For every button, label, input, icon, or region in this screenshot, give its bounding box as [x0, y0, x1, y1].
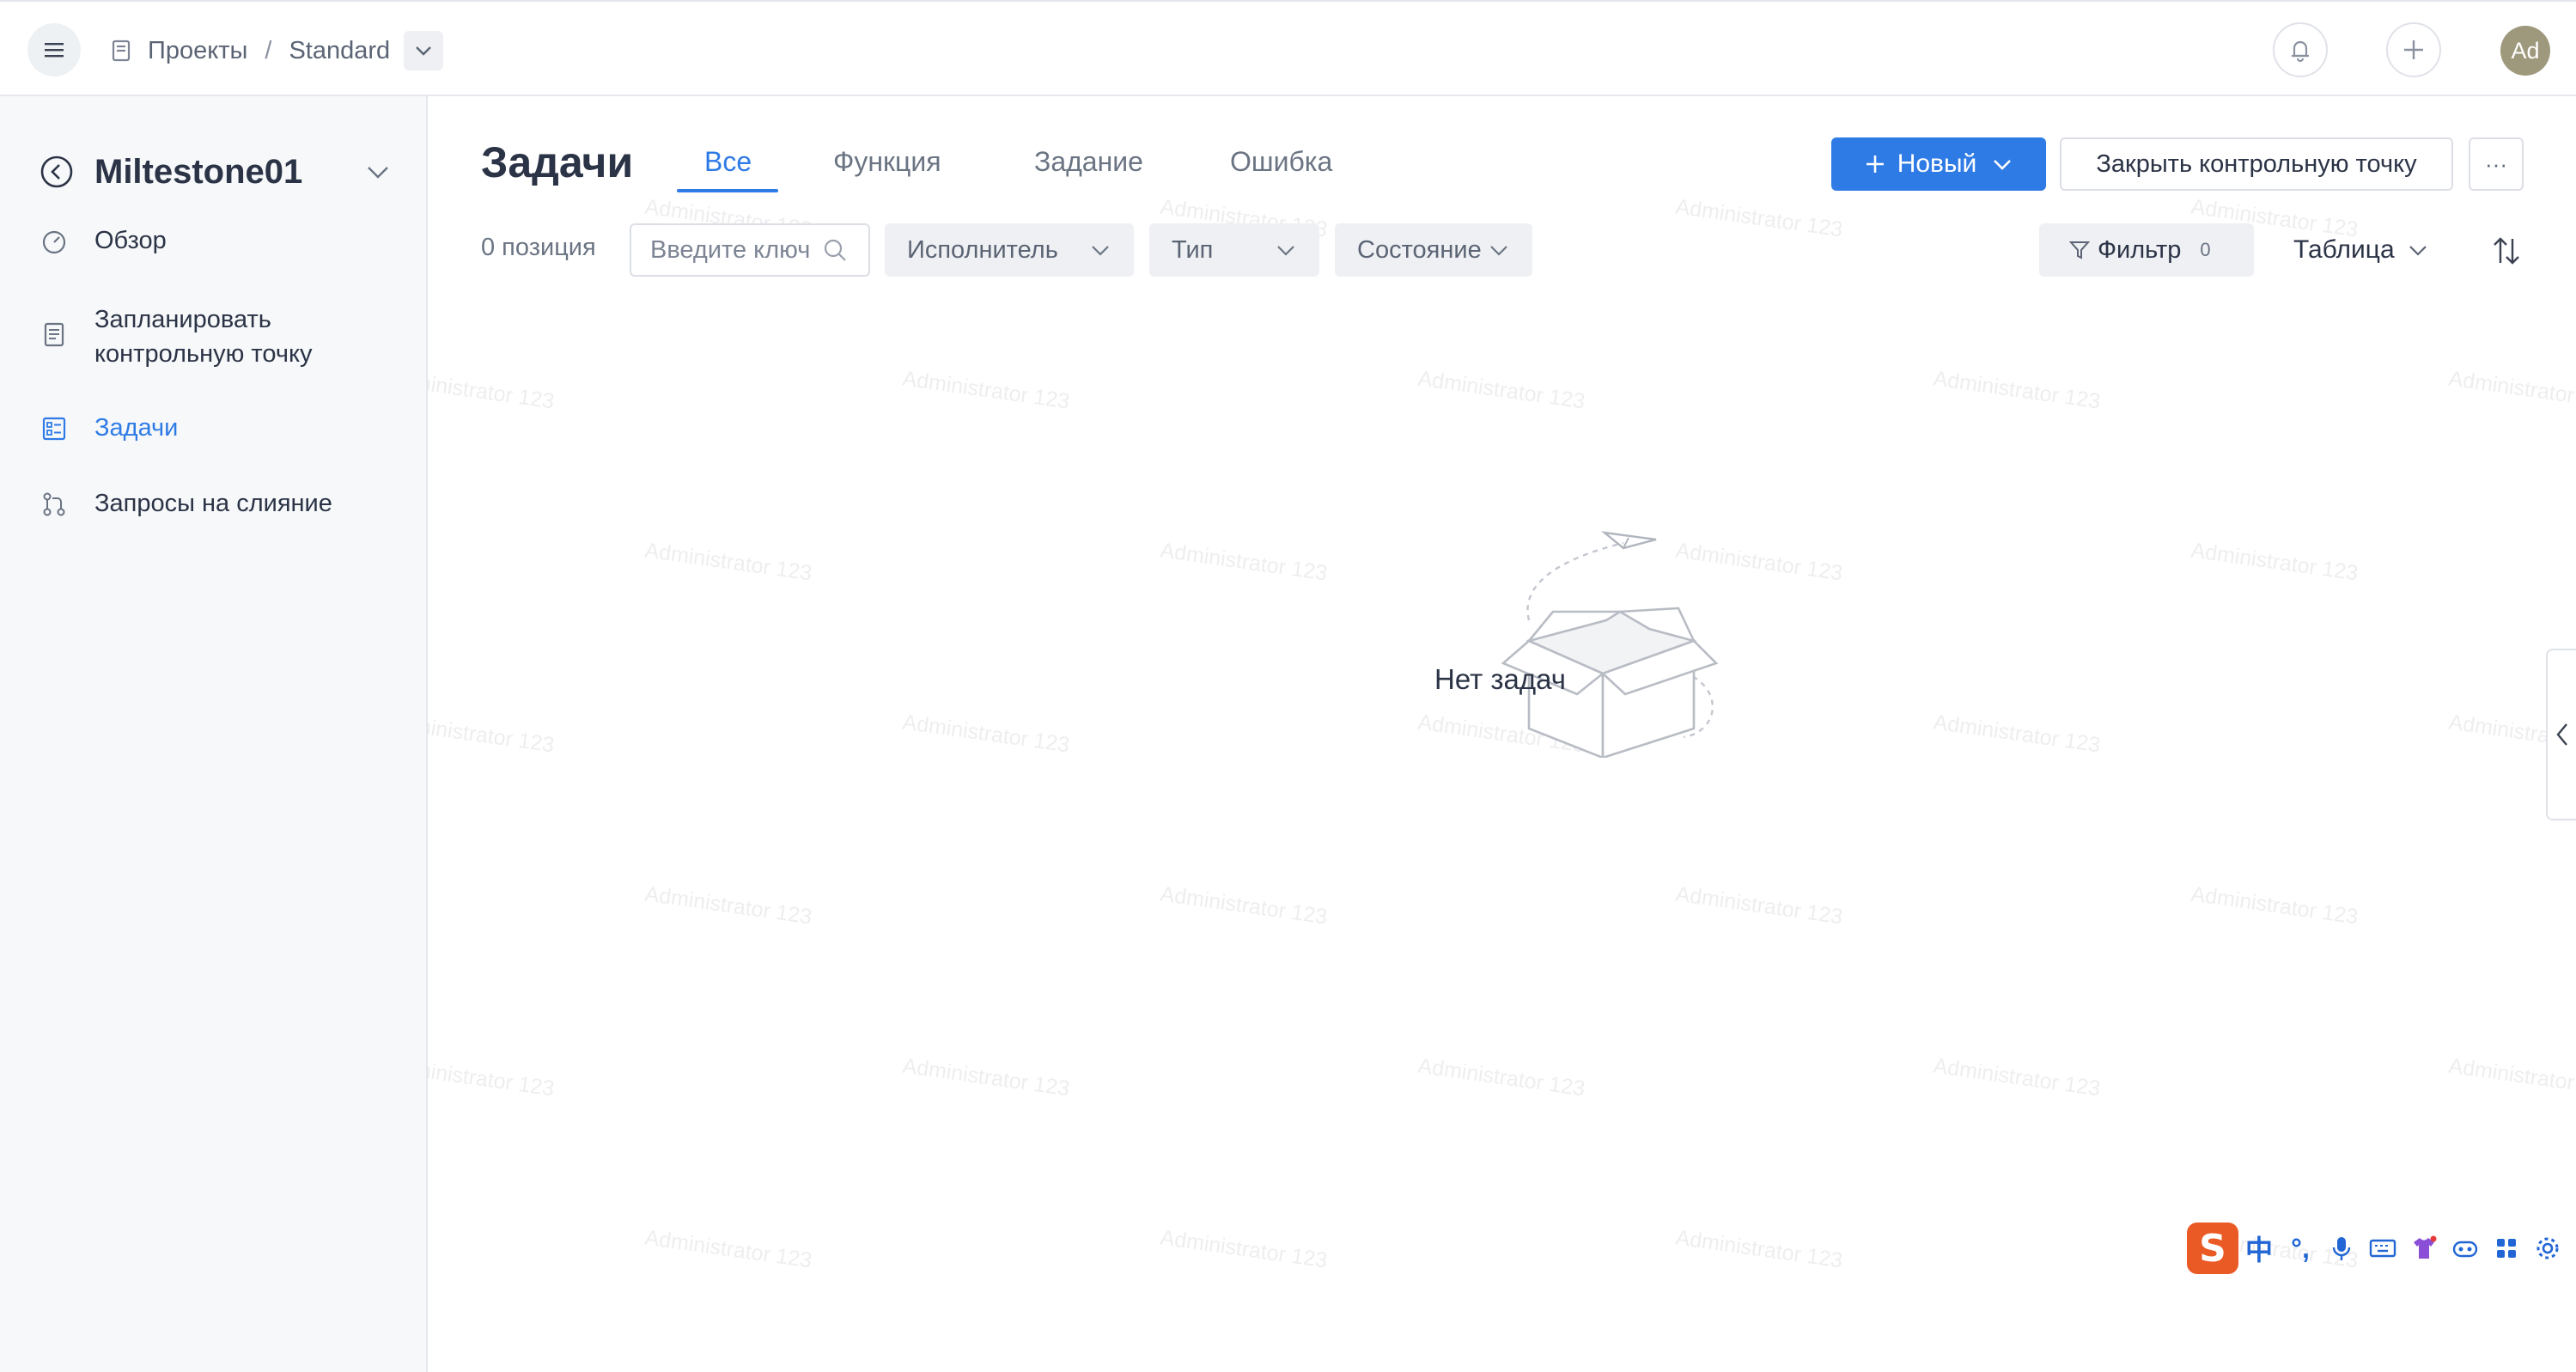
plus-icon	[1866, 155, 1884, 173]
advanced-filter-button[interactable]: Фильтр 0	[2039, 223, 2254, 277]
microphone-icon[interactable]	[2321, 1228, 2362, 1269]
skin-icon[interactable]	[2403, 1228, 2445, 1269]
breadcrumb: Проекты / Standard	[108, 26, 444, 76]
chevron-down-icon	[1092, 246, 1109, 256]
project-icon	[112, 40, 131, 62]
sidebar-item-tasks[interactable]: Задачи	[40, 411, 178, 445]
chevron-down-icon	[1994, 160, 2012, 170]
breadcrumb-projects[interactable]: Проекты	[148, 37, 247, 65]
breadcrumb-project[interactable]: Standard	[289, 37, 390, 65]
merge-request-icon	[43, 492, 65, 516]
assignee-filter-label: Исполнитель	[907, 235, 1058, 264]
sidebar-item-label: Задачи	[94, 414, 179, 442]
chevron-down-icon	[2409, 246, 2427, 256]
tasks-icon	[42, 417, 66, 441]
view-mode-label: Таблица	[2293, 235, 2395, 264]
milestone-header: Miltestone01	[40, 144, 392, 199]
apps-grid-icon[interactable]	[2486, 1228, 2527, 1269]
create-button[interactable]	[2386, 22, 2441, 77]
status-filter-label: Состояние	[1357, 235, 1482, 264]
page-title: Задачи	[481, 138, 634, 186]
ime-toolbar: S 中 °,	[2187, 1218, 2573, 1278]
plus-icon	[2404, 40, 2423, 59]
tab-all[interactable]: Все	[704, 146, 752, 194]
status-filter[interactable]: Состояние	[1335, 223, 1532, 277]
sidebar-item-plan-milestone[interactable]: Запланировать контрольную точку	[40, 302, 352, 371]
funnel-icon	[2068, 241, 2091, 259]
project-switcher-button[interactable]	[404, 31, 444, 70]
sidebar-item-overview[interactable]: Обзор	[40, 223, 167, 258]
assignee-filter[interactable]: Исполнитель	[885, 223, 1134, 277]
avatar[interactable]: Ad	[2500, 26, 2550, 76]
chevron-down-icon	[1277, 246, 1294, 256]
sort-icon[interactable]	[2489, 234, 2524, 268]
type-filter[interactable]: Тип	[1149, 223, 1319, 277]
close-milestone-button[interactable]: Закрыть контрольную точку	[2060, 137, 2453, 191]
more-options-button[interactable]: ···	[2469, 137, 2524, 191]
sidebar-item-label: Обзор	[94, 227, 167, 254]
empty-box-illustration	[1501, 531, 1719, 758]
back-icon[interactable]	[40, 155, 74, 189]
hamburger-icon	[45, 43, 64, 58]
sidebar-item-label: Запросы на слияние	[94, 490, 332, 517]
search-box	[630, 223, 870, 277]
menu-button[interactable]	[27, 23, 81, 76]
search-icon[interactable]	[822, 237, 848, 263]
new-item-button[interactable]: Новый	[1831, 137, 2046, 191]
dashboard-icon	[42, 230, 66, 254]
view-mode-select[interactable]: Таблица	[2293, 223, 2429, 277]
empty-state-text: Нет задач	[1434, 663, 1566, 695]
item-count: 0 позиция	[481, 234, 596, 261]
ime-logo[interactable]: S	[2187, 1223, 2238, 1274]
active-tab-indicator	[677, 189, 778, 192]
tab-feature[interactable]: Функция	[833, 146, 941, 194]
app-root: Administrator 123 Administrator 123 Admini…	[0, 0, 2576, 1372]
side-panel-toggle[interactable]	[2546, 649, 2576, 820]
settings-gear-icon[interactable]	[2527, 1228, 2568, 1269]
ime-language-toggle[interactable]: 中	[2238, 1228, 2280, 1269]
type-filter-label: Тип	[1172, 235, 1214, 264]
chevron-down-icon[interactable]	[364, 158, 392, 186]
plan-icon	[44, 322, 64, 347]
assistant-icon[interactable]	[2445, 1228, 2486, 1269]
main-content: Задачи Все Функция Задание Ошибка Новый …	[429, 96, 2576, 1372]
ime-punctuation-toggle[interactable]: °,	[2280, 1228, 2321, 1269]
filter-label: Фильтр	[2098, 235, 2182, 264]
filter-count: 0	[2200, 239, 2211, 260]
sidebar-item-merge-requests[interactable]: Запросы на слияние	[40, 486, 332, 521]
sidebar: Miltestone01 Обзор Запланировать контрол…	[0, 96, 428, 1372]
search-input[interactable]	[650, 235, 822, 265]
bell-icon	[2292, 40, 2309, 63]
new-button-label: Новый	[1897, 149, 1977, 178]
chevron-down-icon	[416, 46, 431, 56]
keyboard-icon[interactable]	[2362, 1228, 2403, 1269]
notifications-button[interactable]	[2273, 22, 2328, 77]
tab-bug[interactable]: Ошибка	[1230, 146, 1332, 194]
top-header: Проекты / Standard Ad	[0, 0, 2576, 96]
sidebar-item-label: Запланировать контрольную точку	[94, 306, 313, 368]
chevron-down-icon	[1490, 246, 1507, 256]
breadcrumb-separator: /	[265, 36, 272, 64]
milestone-title: Miltestone01	[94, 152, 303, 191]
chevron-left-icon	[2555, 723, 2567, 746]
tab-task[interactable]: Задание	[1034, 146, 1143, 194]
